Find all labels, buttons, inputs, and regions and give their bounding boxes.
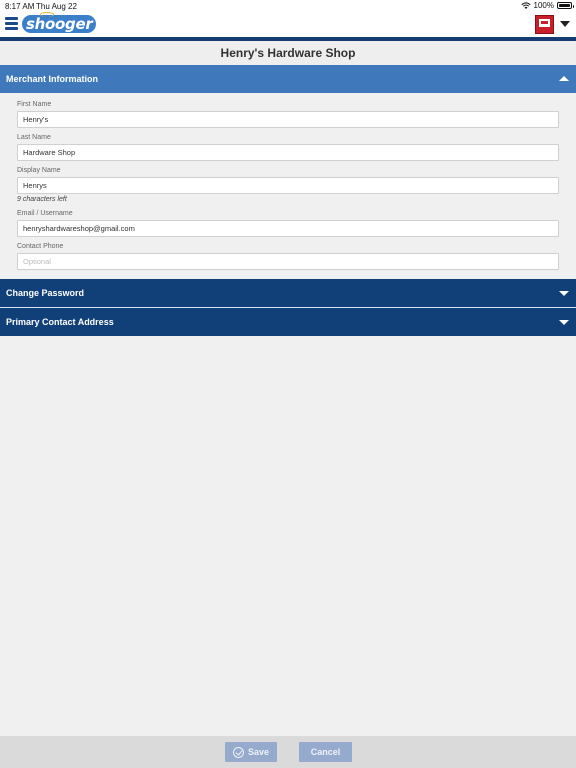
- battery-icon: [557, 2, 574, 9]
- chevron-down-icon: [559, 291, 569, 296]
- section-change-password[interactable]: Change Password: [0, 279, 576, 307]
- battery-percent: 100%: [533, 1, 554, 10]
- chevron-down-icon[interactable]: [560, 21, 570, 27]
- contact-phone-input[interactable]: [17, 253, 559, 270]
- display-name-input[interactable]: [17, 177, 559, 194]
- app-logo[interactable]: shooger: [22, 12, 97, 34]
- save-button[interactable]: Save: [225, 742, 277, 762]
- status-date: Thu Aug 22: [36, 2, 77, 11]
- page-title: Henry's Hardware Shop: [0, 41, 576, 65]
- cancel-button-label: Cancel: [310, 747, 341, 757]
- wifi-icon: [520, 1, 531, 9]
- status-bar: 8:17 AM Thu Aug 22 100%: [0, 0, 576, 12]
- cancel-button[interactable]: Cancel: [299, 742, 352, 762]
- logo-text: shooger: [22, 12, 97, 33]
- section-label: Primary Contact Address: [6, 317, 114, 327]
- hamburger-icon[interactable]: [5, 17, 18, 30]
- save-button-label: Save: [247, 747, 270, 757]
- section-label: Change Password: [6, 288, 85, 298]
- chevron-up-icon: [559, 76, 569, 81]
- footer-bar: Save Cancel: [0, 736, 576, 768]
- display-name-label: Display Name: [17, 167, 61, 174]
- first-name-input[interactable]: [17, 111, 559, 128]
- check-circle-icon: [232, 746, 244, 758]
- last-name-label: Last Name: [17, 134, 51, 141]
- first-name-label: First Name: [17, 101, 52, 108]
- merchant-avatar[interactable]: [535, 15, 554, 34]
- section-primary-contact-address[interactable]: Primary Contact Address: [0, 308, 576, 336]
- email-input[interactable]: [17, 220, 559, 237]
- last-name-input[interactable]: [17, 144, 559, 161]
- contact-phone-label: Contact Phone: [17, 243, 64, 250]
- merchant-form: First Name Last Name Display Name 9 char…: [0, 93, 576, 279]
- app-header: shooger: [0, 12, 576, 38]
- section-merchant-information[interactable]: Merchant Information: [0, 65, 576, 93]
- email-label: Email / Username: [17, 210, 73, 217]
- status-time: 8:17 AM: [5, 2, 35, 11]
- status-right: 100%: [520, 1, 574, 10]
- section-label: Merchant Information: [6, 74, 99, 84]
- display-name-hint: 9 characters left: [17, 196, 67, 203]
- chevron-down-icon: [559, 320, 569, 325]
